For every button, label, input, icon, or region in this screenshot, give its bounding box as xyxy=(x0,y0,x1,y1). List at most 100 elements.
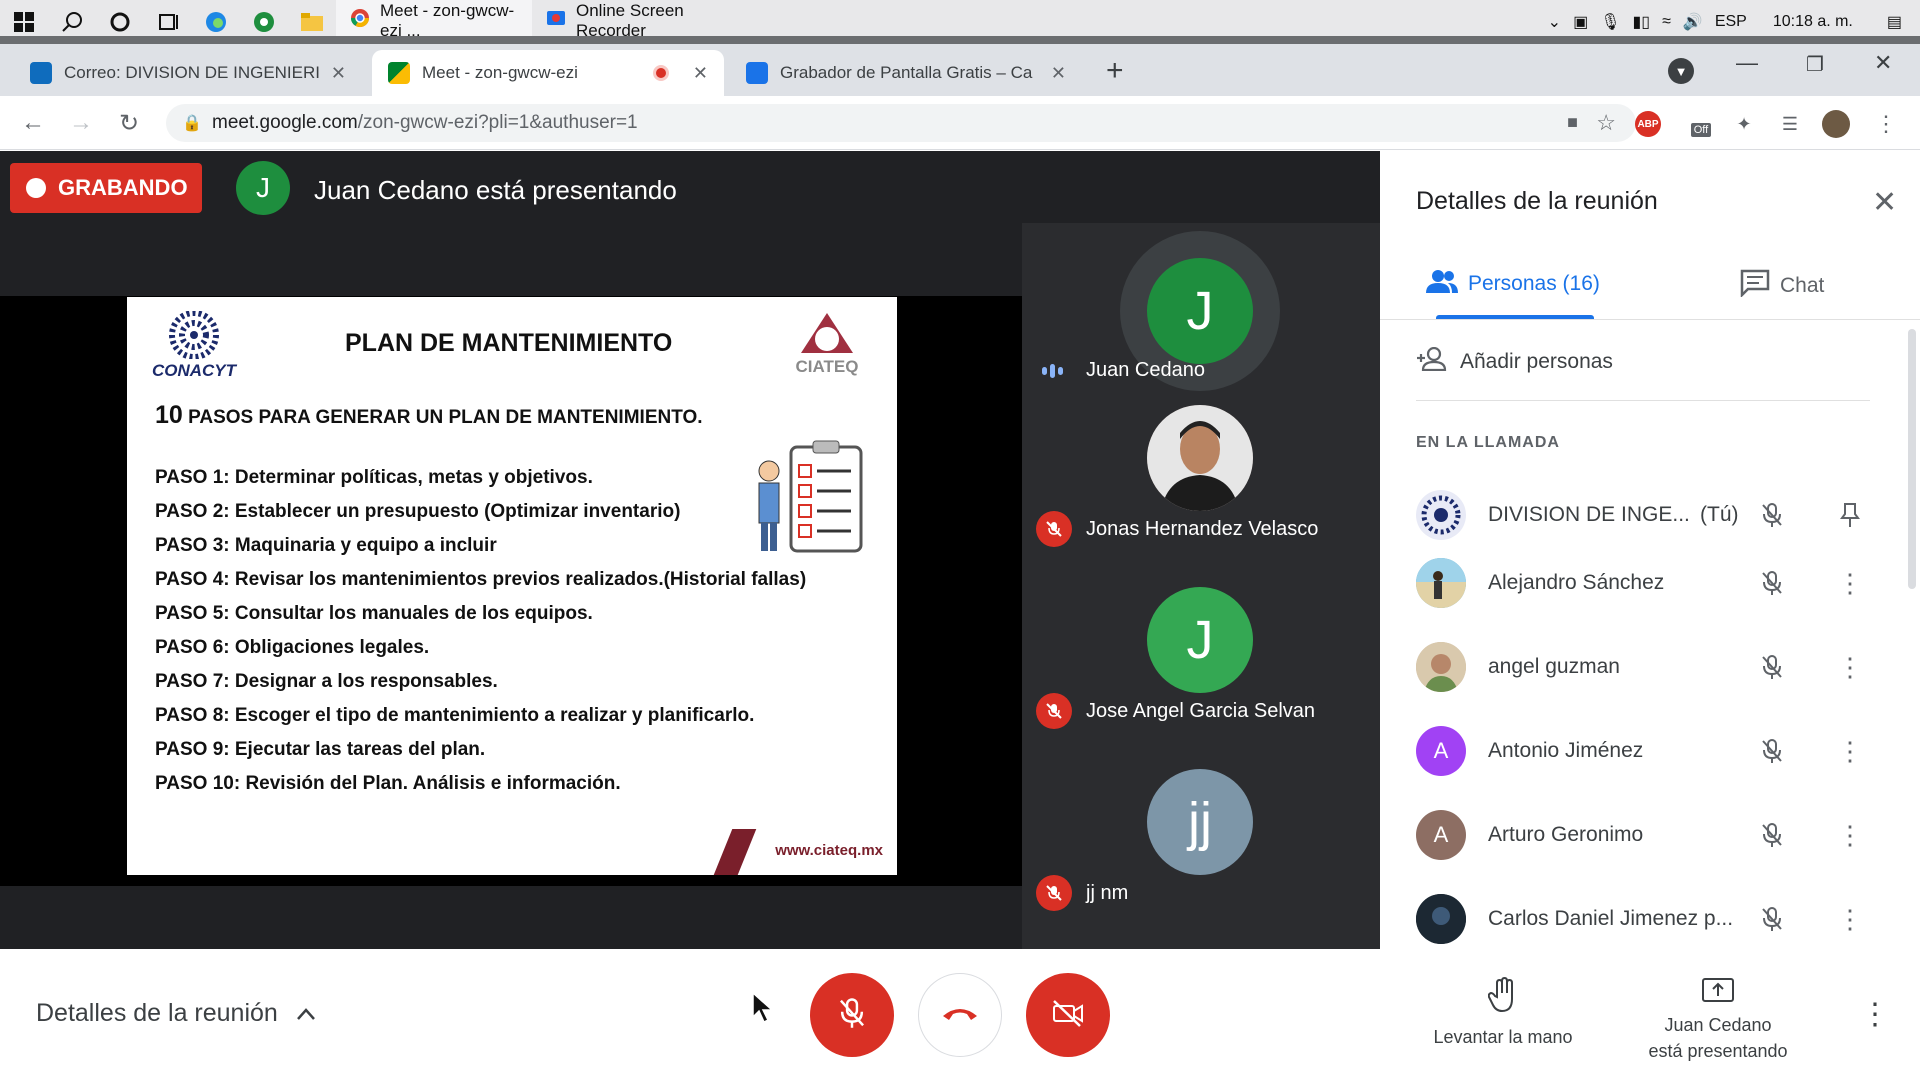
meeting-details-toggle[interactable]: Detalles de la reunión xyxy=(36,999,316,1028)
participant-tile[interactable]: J Jose Angel Garcia Selvan xyxy=(1022,587,1380,767)
more-options-icon[interactable]: ⋮ xyxy=(1834,903,1866,935)
camera-toggle-button[interactable] xyxy=(1026,973,1110,1057)
tab-title: Meet - zon-gwcw-ezi xyxy=(422,63,578,82)
participant-name: Arturo Geronimo xyxy=(1488,823,1644,846)
participant-name: Jose Angel Garcia Selvan xyxy=(1086,700,1316,722)
extension-off-icon[interactable]: Off xyxy=(1684,110,1718,138)
present-line-2: está presentando xyxy=(1648,1041,1788,1061)
participant-tile[interactable]: Jonas Hernandez Velasco xyxy=(1022,405,1380,585)
muted-mic-icon xyxy=(1756,903,1788,935)
system-tray: ⌄ ▣ 🎙 ▮▯ ≈ 🔊 ESP 10:18 a. m. ▤ xyxy=(1548,12,1920,32)
microphone-toggle-button[interactable] xyxy=(810,973,894,1057)
participant-row[interactable]: angel guzman ⋮ xyxy=(1416,637,1886,697)
slide-title: PLAN DE MANTENIMIENTO xyxy=(345,329,673,357)
tab-recorder[interactable]: Grabador de Pantalla Gratis – Ca ✕ xyxy=(730,50,1082,96)
url-path: /zon-gwcw-ezi?pli=1&authuser=1 xyxy=(357,112,638,133)
add-people-label: Añadir personas xyxy=(1460,350,1613,373)
adblock-icon[interactable]: ABP xyxy=(1634,110,1662,138)
url-field[interactable]: 🔒 meet.google.com /zon-gwcw-ezi?pli=1&au… xyxy=(166,104,1636,142)
browser-menu-icon[interactable]: ⋮ xyxy=(1872,110,1900,138)
slide-step: PASO 3: Maquinaria y equipo a incluir xyxy=(155,535,497,556)
battery-icon[interactable]: ▮▯ xyxy=(1633,12,1651,32)
add-people-button[interactable]: Añadir personas xyxy=(1416,346,1613,377)
presenting-status-button[interactable]: Juan Cedano está presentando xyxy=(1620,977,1816,1064)
recorder-icon xyxy=(546,8,566,33)
pin-icon[interactable] xyxy=(1834,499,1866,531)
more-options-icon[interactable]: ⋮ xyxy=(1834,651,1866,683)
close-tab-icon[interactable]: ✕ xyxy=(1051,63,1066,84)
participant-row[interactable]: A Antonio Jiménez ⋮ xyxy=(1416,721,1886,781)
outlook-icon xyxy=(30,62,52,84)
participant-avatar: jj xyxy=(1147,769,1253,875)
tab-meet[interactable]: Meet - zon-gwcw-ezi ✕ xyxy=(372,50,724,96)
participant-row[interactable]: A Arturo Geronimo ⋮ xyxy=(1416,805,1886,865)
mouse-cursor-icon xyxy=(752,991,774,1029)
slide-step: PASO 8: Escoger el tipo de mantenimiento… xyxy=(155,705,755,726)
muted-mic-icon xyxy=(1756,651,1788,683)
participant-avatar xyxy=(1416,642,1466,692)
close-icon[interactable]: ✕ xyxy=(1872,185,1897,220)
participant-row[interactable]: Alejandro Sánchez ⋮ xyxy=(1416,553,1886,613)
more-options-icon[interactable]: ⋮ xyxy=(1834,735,1866,767)
close-tab-icon[interactable]: ✕ xyxy=(693,63,708,84)
muted-mic-icon xyxy=(1756,499,1788,531)
participant-tiles: J Juan Cedano Jonas Hernandez Velasco J … xyxy=(1022,223,1380,949)
leave-call-button[interactable] xyxy=(918,973,1002,1057)
wifi-icon[interactable]: ≈ xyxy=(1662,13,1671,31)
more-options-icon[interactable]: ⋮ xyxy=(1860,997,1890,1032)
muted-mic-icon xyxy=(1036,511,1072,547)
camera-blocked-icon[interactable]: ■ xyxy=(1567,112,1578,133)
forward-icon[interactable]: → xyxy=(66,108,96,138)
slide-step: PASO 5: Consultar los manuales de los eq… xyxy=(155,603,593,624)
restore-window-icon[interactable]: ❐ xyxy=(1806,52,1824,77)
muted-mic-icon xyxy=(1756,567,1788,599)
participant-name: angel guzman xyxy=(1488,655,1620,678)
new-tab-button[interactable]: + xyxy=(1106,54,1124,88)
back-icon[interactable]: ← xyxy=(18,108,48,138)
tab-chat[interactable]: Chat xyxy=(1740,269,1824,303)
participant-avatar xyxy=(1416,490,1466,540)
participant-tile[interactable]: J Juan Cedano xyxy=(1022,223,1380,403)
slide-heading-number: 10 xyxy=(155,401,183,429)
tab-people[interactable]: Personas (16) xyxy=(1426,269,1600,299)
participant-row[interactable]: DIVISION DE INGE... (Tú) xyxy=(1416,485,1886,545)
ciateq-logo: CIATEQ xyxy=(782,311,872,377)
address-bar-row: ← → ↻ 🔒 meet.google.com /zon-gwcw-ezi?pl… xyxy=(0,96,1920,150)
chevron-up-icon[interactable]: ⌄ xyxy=(1548,12,1561,32)
tab-outlook[interactable]: Correo: DIVISION DE INGENIERIA ✕ xyxy=(14,50,362,96)
camera-tray-icon[interactable]: ▣ xyxy=(1573,12,1588,32)
volume-icon[interactable]: 🔊 xyxy=(1683,12,1703,32)
url-host: meet.google.com xyxy=(212,112,358,133)
participant-name: Carlos Daniel Jimenez p... xyxy=(1488,907,1734,930)
more-options-icon[interactable]: ⋮ xyxy=(1834,567,1866,599)
close-window-icon[interactable]: ✕ xyxy=(1874,50,1892,76)
recording-dot-icon xyxy=(26,178,46,198)
participant-avatar xyxy=(1416,558,1466,608)
notifications-icon[interactable]: ▤ xyxy=(1887,12,1902,32)
panel-scrollbar[interactable] xyxy=(1908,329,1916,589)
tab-search-icon[interactable]: ▼ xyxy=(1668,58,1694,84)
participant-name: Alejandro Sánchez xyxy=(1488,571,1665,594)
ciateq-label: CIATEQ xyxy=(795,357,859,376)
more-options-icon[interactable]: ⋮ xyxy=(1834,819,1866,851)
profile-avatar[interactable] xyxy=(1822,110,1850,138)
participant-avatar: A xyxy=(1416,810,1466,860)
slide-step: PASO 1: Determinar políticas, metas y ob… xyxy=(155,467,593,488)
media-control-icon[interactable]: ☰ xyxy=(1776,110,1804,138)
bookmark-star-icon[interactable]: ☆ xyxy=(1596,110,1616,136)
microphone-tray-icon[interactable]: 🎙 xyxy=(1600,12,1620,32)
slide-step: PASO 9: Ejecutar las tareas del plan. xyxy=(155,739,486,760)
reload-icon[interactable]: ↻ xyxy=(114,108,144,138)
raise-hand-button[interactable]: Levantar la mano xyxy=(1410,976,1596,1050)
meeting-area: GRABANDO J Juan Cedano está presentando … xyxy=(0,151,1380,949)
presenter-avatar: J xyxy=(236,161,290,215)
clock[interactable]: 10:18 a. m. xyxy=(1773,13,1853,31)
taskbar-app-label: Meet - zon-gwcw-ezi ... xyxy=(380,0,515,40)
language-indicator[interactable]: ESP xyxy=(1715,13,1747,31)
extensions-puzzle-icon[interactable]: ✦ xyxy=(1730,110,1758,138)
muted-mic-icon xyxy=(1036,875,1072,911)
participant-row[interactable]: Carlos Daniel Jimenez p... ⋮ xyxy=(1416,889,1886,949)
participant-tile[interactable]: jj jj nm xyxy=(1022,769,1380,949)
close-tab-icon[interactable]: ✕ xyxy=(331,63,346,84)
minimize-window-icon[interactable]: — xyxy=(1736,50,1758,76)
